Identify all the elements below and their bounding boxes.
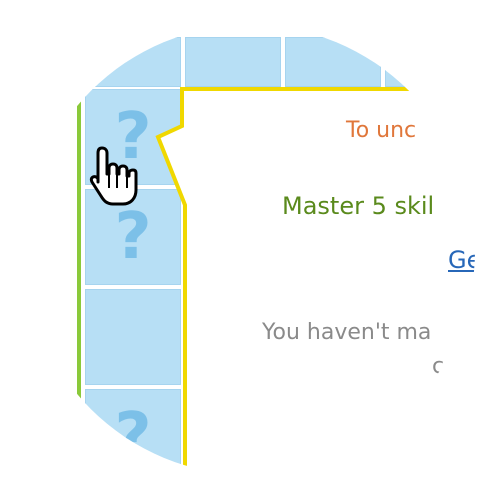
popup-status-line-2: c — [432, 354, 445, 379]
magnified-view: ? ? ? To unc Master 5 skil Ge You haven'… — [0, 0, 500, 500]
popup-status-line-1: You haven't ma — [262, 320, 432, 345]
popup-link[interactable]: Ge — [448, 246, 475, 274]
locked-tile[interactable] — [385, 37, 475, 87]
popup-heading: To unc — [346, 118, 417, 143]
hand-pointer-icon — [89, 146, 138, 206]
popup-requirement: Master 5 skil — [282, 192, 435, 220]
